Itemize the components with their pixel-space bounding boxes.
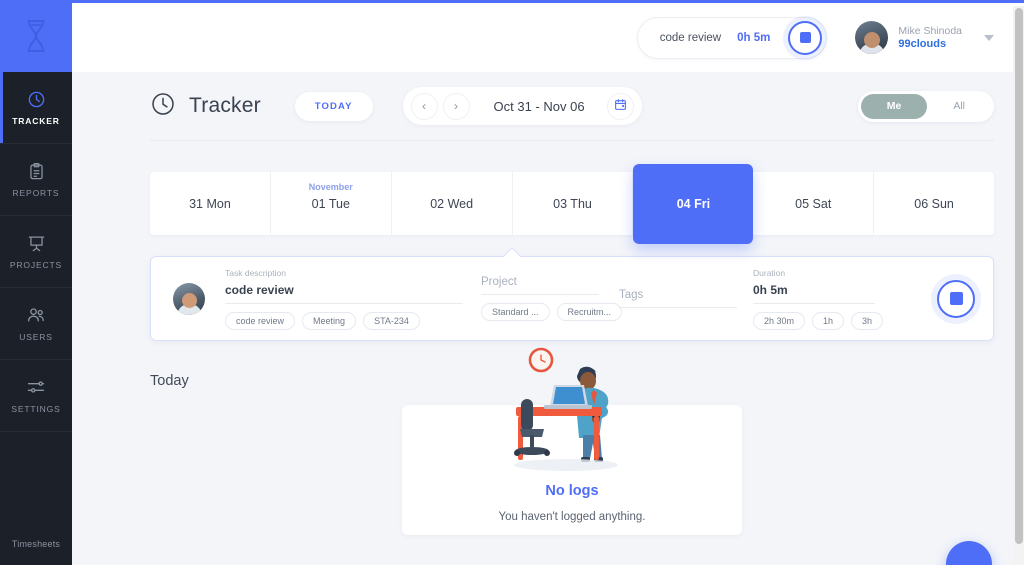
- suggestion-chip[interactable]: STA-234: [363, 311, 420, 330]
- clock-icon: [150, 91, 176, 122]
- task-description-field: Task description code review code review…: [225, 268, 463, 330]
- calendar-picker-button[interactable]: [606, 92, 634, 120]
- clipboard-icon: [27, 162, 46, 181]
- sliders-icon: [26, 377, 46, 397]
- users-icon: [26, 305, 46, 325]
- task-description-suggestions: code review Meeting STA-234: [225, 311, 463, 330]
- day-cell[interactable]: November 01 Tue: [271, 172, 392, 235]
- day-label: 04 Fri: [676, 196, 711, 211]
- project-field: Project Standard ... Recruitm...: [481, 276, 623, 321]
- stop-square-icon: [799, 32, 811, 43]
- day-label: 31 Mon: [189, 196, 231, 211]
- sidebar-item-label: TRACKER: [12, 115, 60, 126]
- today-button[interactable]: TODAY: [294, 91, 373, 121]
- page-header: Tracker TODAY ‹ › Oct 31 - Nov 06 Me All: [150, 72, 994, 141]
- suggestion-chip[interactable]: 1h: [812, 311, 845, 330]
- tags-input[interactable]: Tags: [619, 289, 737, 308]
- sidebar-item-label: REPORTS: [12, 187, 60, 198]
- running-timer-elapsed: 0h 5m: [737, 31, 771, 44]
- suggestion-chip[interactable]: Recruitm...: [556, 303, 623, 321]
- presentation-icon: [27, 234, 46, 253]
- sidebar-item-users[interactable]: USERS: [0, 288, 72, 360]
- day-cell[interactable]: 31 Mon: [150, 172, 271, 235]
- user-organization: 99clouds: [898, 37, 947, 50]
- prev-week-button[interactable]: ‹: [410, 92, 438, 120]
- time-entry-card: Task description code review code review…: [150, 256, 994, 341]
- date-navigator: ‹ › Oct 31 - Nov 06: [402, 87, 642, 125]
- day-cell[interactable]: 06 Sun: [874, 172, 994, 235]
- topbar: code review 0h 5m Mike Shinoda 99clouds: [72, 3, 1024, 72]
- avatar: [855, 21, 889, 54]
- day-cell[interactable]: 03 Thu: [513, 172, 634, 235]
- sidebar: TRACKER REPORTS PROJECTS USERS SETTINGS …: [0, 0, 72, 565]
- app-root: TRACKER REPORTS PROJECTS USERS SETTINGS …: [0, 0, 1024, 565]
- suggestion-chip[interactable]: 2h 30m: [753, 311, 806, 330]
- duration-input[interactable]: 0h 5m: [753, 283, 875, 304]
- scope-toggle-all[interactable]: All: [927, 94, 991, 119]
- sidebar-item-label: SETTINGS: [11, 404, 61, 414]
- running-timer-pill[interactable]: code review 0h 5m: [636, 16, 828, 59]
- sidebar-footer-timesheets[interactable]: Timesheets: [0, 539, 72, 565]
- task-description-input[interactable]: code review: [225, 283, 463, 304]
- tags-field: Tags: [619, 289, 737, 308]
- calendar-icon: [614, 98, 627, 114]
- day-cell-selected[interactable]: 04 Fri: [633, 163, 754, 244]
- sidebar-item-label: USERS: [19, 332, 53, 342]
- scope-toggle-me[interactable]: Me: [860, 93, 928, 119]
- day-label: 05 Sat: [795, 196, 832, 211]
- stop-square-icon: [949, 292, 963, 305]
- sidebar-item-tracker[interactable]: TRACKER: [0, 72, 72, 144]
- help-fab-icon[interactable]: [946, 541, 992, 565]
- scrollbar-thumb[interactable]: [1014, 8, 1023, 544]
- project-input[interactable]: Project: [481, 276, 599, 295]
- suggestion-chip[interactable]: code review: [225, 311, 296, 330]
- desk-person-clock-illustration: [484, 343, 664, 478]
- duration-label: Duration: [753, 267, 786, 278]
- user-menu[interactable]: Mike Shinoda 99clouds: [855, 21, 994, 54]
- suggestion-chip[interactable]: 3h: [851, 311, 884, 330]
- sidebar-item-reports[interactable]: REPORTS: [0, 144, 72, 216]
- duration-suggestions: 2h 30m 1h 3h: [753, 311, 884, 330]
- day-cell[interactable]: 02 Wed: [392, 172, 513, 235]
- user-text: Mike Shinoda 99clouds: [898, 25, 962, 51]
- chevron-down-icon[interactable]: [984, 34, 994, 41]
- vertical-scrollbar[interactable]: [1013, 6, 1024, 565]
- day-label: 03 Thu: [553, 196, 592, 211]
- content: Tracker TODAY ‹ › Oct 31 - Nov 06 Me All…: [72, 72, 1024, 565]
- scope-toggle: Me All: [857, 90, 994, 122]
- task-description-label: Task description: [225, 267, 286, 278]
- clock-icon: [27, 90, 46, 109]
- hourglass-icon: [23, 19, 49, 53]
- day-month-label: November: [308, 182, 353, 192]
- stop-timer-button[interactable]: [788, 20, 823, 55]
- user-name: Mike Shinoda: [898, 24, 962, 37]
- main-area: code review 0h 5m Mike Shinoda 99clouds: [72, 0, 1024, 565]
- day-label: 01 Tue: [311, 196, 350, 211]
- date-range-label: Oct 31 - Nov 06: [493, 98, 585, 114]
- day-cell[interactable]: 05 Sat: [753, 172, 875, 235]
- page-title: Tracker: [189, 94, 261, 117]
- avatar: [173, 282, 205, 315]
- day-label: 02 Wed: [430, 196, 474, 211]
- sidebar-item-label: PROJECTS: [9, 259, 63, 270]
- duration-field: Duration 0h 5m 2h 30m 1h 3h: [753, 267, 884, 330]
- suggestion-chip[interactable]: Meeting: [302, 311, 357, 330]
- next-week-button[interactable]: ›: [442, 92, 470, 120]
- entry-stop-timer-button[interactable]: [937, 279, 975, 318]
- sidebar-item-settings[interactable]: SETTINGS: [0, 360, 72, 432]
- running-timer-task: code review: [659, 31, 722, 44]
- empty-state-title: No logs: [545, 483, 599, 499]
- suggestion-chip[interactable]: Standard ...: [481, 303, 550, 321]
- empty-state: No logs You haven't logged anything.: [150, 347, 994, 535]
- day-label: 06 Sun: [914, 196, 954, 211]
- sidebar-item-projects[interactable]: PROJECTS: [0, 216, 72, 288]
- empty-state-subtitle: You haven't logged anything.: [498, 511, 646, 523]
- app-logo[interactable]: [0, 0, 72, 72]
- project-suggestions: Standard ... Recruitm...: [481, 303, 623, 321]
- week-day-strip: 31 Mon November 01 Tue 02 Wed 03 Thu 04 …: [150, 163, 994, 244]
